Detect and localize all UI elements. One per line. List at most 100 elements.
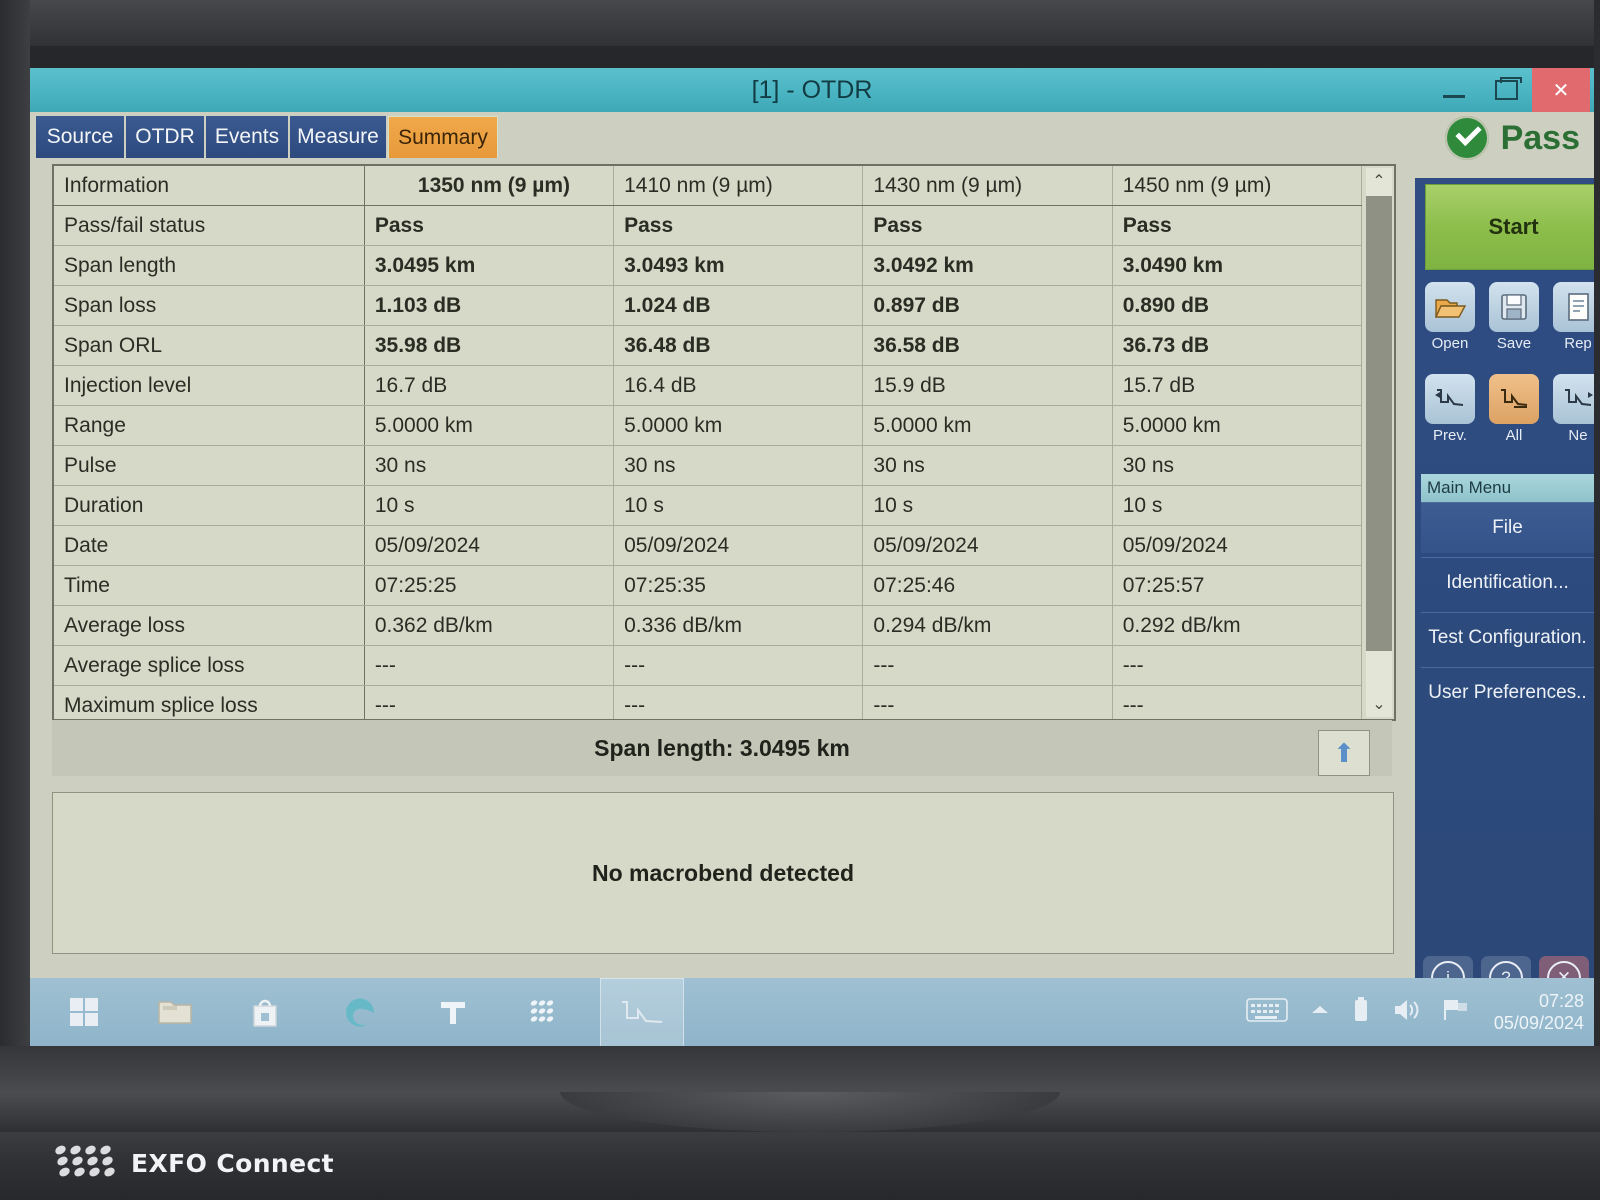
row-label: Date — [54, 525, 365, 566]
macrobend-panel: No macrobend detected — [52, 792, 1394, 954]
restore-button[interactable] — [1480, 68, 1532, 112]
row-label: Span loss — [54, 285, 365, 326]
report-button-label: Rep — [1564, 335, 1592, 352]
show-hidden-icons-icon — [1311, 1005, 1328, 1013]
menu-item-user-preferences[interactable]: User Preferences.. — [1421, 667, 1594, 718]
battery-status[interactable] — [1352, 996, 1370, 1029]
next-trace-button[interactable]: Ne — [1551, 374, 1594, 444]
row-value: Pass — [862, 205, 1113, 246]
row-value: 3.0492 km — [862, 245, 1113, 286]
notification-button[interactable] — [1442, 997, 1472, 1028]
row-value: 5.0000 km — [613, 405, 864, 446]
menu-item-test-configuration[interactable]: Test Configuration. — [1421, 612, 1594, 663]
row-value: 10 s — [613, 485, 864, 526]
minimize-button[interactable] — [1428, 68, 1480, 112]
scroll-down-icon[interactable]: ⌄ — [1366, 691, 1392, 717]
row-value: --- — [364, 645, 615, 686]
trace-all-icon — [1489, 374, 1539, 424]
photo-of-otdr-device: [1] - OTDR ✕ Source OTDR Events Measure … — [0, 0, 1600, 1200]
table-row: Span loss 1.103 dB 1.024 dB 0.897 dB 0.8… — [54, 285, 1363, 326]
row-value: 05/09/2024 — [613, 525, 864, 566]
row-label: Average splice loss — [54, 645, 365, 686]
exfo-brand-text: EXFO Connect — [131, 1148, 335, 1178]
row-value: 05/09/2024 — [364, 525, 615, 566]
row-value: 30 ns — [613, 445, 864, 486]
edge-browser-icon — [346, 998, 375, 1027]
collapse-button[interactable]: ⬆ — [1318, 730, 1370, 776]
table-header-col4: 1450 nm (9 µm) — [1112, 166, 1363, 206]
prev-trace-button[interactable]: Prev. — [1423, 374, 1477, 444]
file-explorer-button[interactable] — [140, 978, 210, 1046]
tab-events[interactable]: Events — [206, 116, 290, 158]
windows-taskbar: 07:28 05/09/2024 — [30, 978, 1594, 1046]
taskbar-clock[interactable]: 07:28 05/09/2024 — [1494, 990, 1584, 1034]
toolbar-row-trace: Prev. All Ne — [1423, 374, 1594, 444]
start-windows-icon — [70, 998, 98, 1026]
window-title: [1] - OTDR — [751, 76, 873, 104]
row-label: Range — [54, 405, 365, 446]
start-button[interactable]: Start — [1425, 184, 1594, 270]
all-traces-button[interactable]: All — [1487, 374, 1541, 444]
device-screen: [1] - OTDR ✕ Source OTDR Events Measure … — [30, 46, 1594, 1046]
status-badge-label: Pass — [1500, 118, 1580, 157]
table-row: Span length 3.0495 km 3.0493 km 3.0492 k… — [54, 245, 1363, 286]
exfo-dots-logo-icon — [53, 1143, 117, 1180]
report-button[interactable]: Rep — [1551, 282, 1594, 352]
row-value: --- — [862, 685, 1113, 719]
tab-underline — [30, 158, 1415, 162]
tab-summary[interactable]: Summary — [388, 116, 498, 160]
tab-otdr[interactable]: OTDR — [126, 116, 206, 158]
window-controls: ✕ — [1428, 68, 1590, 112]
table-row: Pulse 30 ns 30 ns 30 ns 30 ns — [54, 445, 1363, 486]
table-row: Time 07:25:25 07:25:35 07:25:46 07:25:57 — [54, 565, 1363, 606]
application-body: Source OTDR Events Measure Summary Pass … — [30, 112, 1594, 1044]
row-value: 15.9 dB — [862, 365, 1113, 406]
row-value: 30 ns — [364, 445, 615, 486]
check-circle-icon — [1444, 116, 1489, 160]
close-button[interactable]: ✕ — [1532, 68, 1590, 112]
save-button[interactable]: Save — [1487, 282, 1541, 352]
table-vertical-scrollbar[interactable]: ⌃ ⌄ — [1366, 168, 1392, 717]
scroll-up-icon[interactable]: ⌃ — [1366, 168, 1392, 194]
volume-button[interactable] — [1392, 997, 1420, 1028]
row-value: 0.890 dB — [1112, 285, 1363, 326]
keyboard-icon — [1246, 997, 1288, 1022]
row-label: Maximum splice loss — [54, 685, 365, 719]
teams-button[interactable] — [418, 978, 488, 1046]
otdr-trace-button[interactable] — [600, 978, 684, 1046]
summary-table-container: Information 1350 nm (9 µm) 1410 nm (9 µm… — [52, 164, 1396, 721]
table-header-col3: 1430 nm (9 µm) — [862, 166, 1113, 206]
menu-item-file[interactable]: File — [1421, 502, 1594, 553]
toolbar-row-file: Open Save Rep — [1423, 282, 1594, 352]
table-row: Average splice loss --- --- --- --- — [54, 645, 1363, 686]
edge-browser-button[interactable] — [325, 978, 395, 1046]
menu-item-identification[interactable]: Identification... — [1421, 557, 1594, 608]
start-windows-button[interactable] — [50, 978, 120, 1046]
row-value: 0.362 dB/km — [364, 605, 615, 646]
open-button[interactable]: Open — [1423, 282, 1477, 352]
open-button-label: Open — [1431, 335, 1469, 352]
right-sidebar: Start Open Save Rep Prev. All Ne Main Me… — [1415, 178, 1594, 1044]
row-value: 0.294 dB/km — [862, 605, 1113, 646]
keyboard-button[interactable] — [1246, 997, 1288, 1028]
monitor-bezel-bottom — [0, 1046, 1600, 1132]
close-icon: ✕ — [1552, 79, 1570, 102]
prev-trace-label: Prev. — [1433, 427, 1467, 444]
microsoft-store-button[interactable] — [230, 978, 300, 1046]
table-header-information: Information — [54, 166, 365, 206]
row-value: 30 ns — [1112, 445, 1363, 486]
up-arrow-icon: ⬆ — [1333, 737, 1355, 768]
otdr-trace-icon — [622, 1001, 663, 1023]
next-trace-label: Ne — [1568, 427, 1588, 444]
show-hidden-icons-button[interactable] — [1310, 1003, 1330, 1022]
floppy-disk-icon — [1489, 282, 1539, 332]
tab-measure[interactable]: Measure — [290, 116, 388, 158]
exfo-app-button[interactable] — [510, 978, 580, 1046]
clock-date: 05/09/2024 — [1493, 1013, 1584, 1033]
row-value: 16.7 dB — [364, 365, 615, 406]
scrollbar-thumb[interactable] — [1366, 196, 1392, 651]
tab-source[interactable]: Source — [36, 116, 126, 158]
main-menu-header: Main Menu — [1421, 474, 1594, 502]
row-value: 30 ns — [862, 445, 1113, 486]
screen-top-strip — [30, 46, 1594, 68]
